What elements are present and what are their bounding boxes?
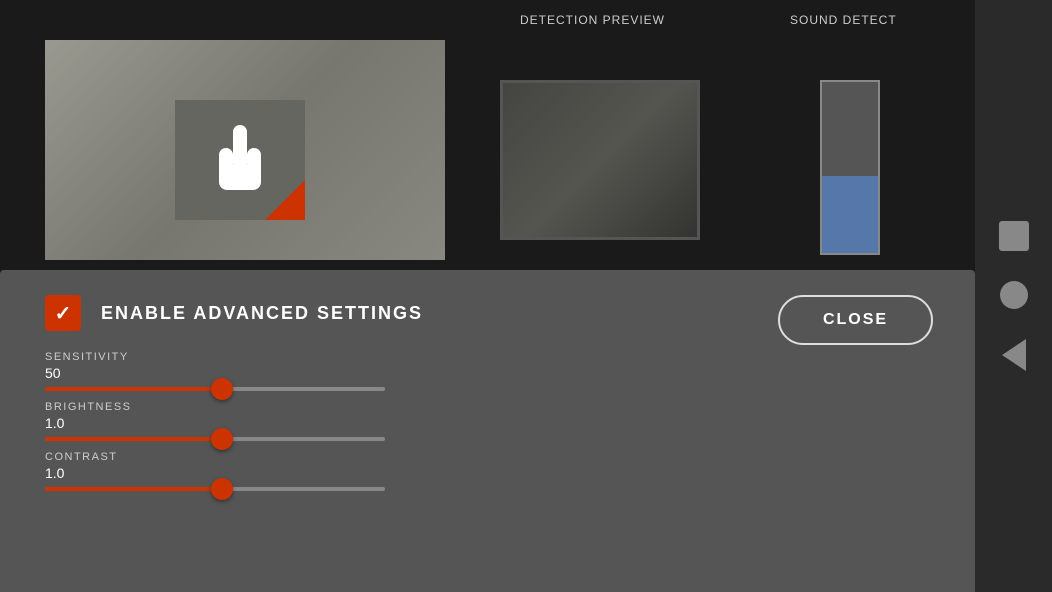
square-button[interactable] [999,221,1029,251]
brightness-label: BRIGHTNESS [45,401,745,413]
circle-button[interactable] [1000,281,1028,309]
enable-row: ✓ ENABLE ADVANCED SETTINGS [45,280,745,331]
enable-advanced-label: ENABLE ADVANCED SETTINGS [101,303,423,324]
touch-icon [175,100,305,220]
settings-content: ✓ ENABLE ADVANCED SETTINGS SENSITIVITY 5… [45,280,745,501]
detection-inner [45,40,445,260]
sensitivity-thumb[interactable] [211,378,233,400]
brightness-thumb[interactable] [211,428,233,450]
sound-detect-label: SOUND DETECT [790,13,897,27]
sensitivity-fill [45,387,222,391]
top-area: DETECTION PREVIEW SOUND DETECT [0,0,1052,270]
back-button[interactable] [1002,339,1026,371]
brightness-track[interactable] [45,437,385,441]
camera-inner [503,83,697,237]
contrast-value: 1.0 [45,465,745,481]
contrast-label: CONTRAST [45,451,745,463]
brightness-section: BRIGHTNESS 1.0 [45,401,745,441]
right-controls [975,0,1052,592]
close-button[interactable]: CLOSE [778,295,933,345]
contrast-track[interactable] [45,487,385,491]
camera-preview [500,80,700,240]
touch-icon-container [175,100,305,220]
detection-preview-label: DETECTION PREVIEW [520,13,665,27]
brightness-fill [45,437,222,441]
detection-preview [45,40,445,260]
contrast-fill [45,487,222,491]
sound-bar-top [822,82,878,176]
header-labels: DETECTION PREVIEW SOUND DETECT [0,0,1052,40]
sensitivity-section: SENSITIVITY 50 [45,351,745,391]
checkmark-icon: ✓ [55,301,72,326]
contrast-section: CONTRAST 1.0 [45,451,745,491]
sensitivity-track[interactable] [45,387,385,391]
touch-pointer-icon [205,120,275,200]
brightness-value: 1.0 [45,415,745,431]
sound-bar-bottom [822,176,878,253]
enable-checkbox[interactable]: ✓ [45,295,81,331]
contrast-thumb[interactable] [211,478,233,500]
sound-detect-bar [820,80,880,255]
sensitivity-value: 50 [45,365,745,381]
sensitivity-label: SENSITIVITY [45,351,745,363]
